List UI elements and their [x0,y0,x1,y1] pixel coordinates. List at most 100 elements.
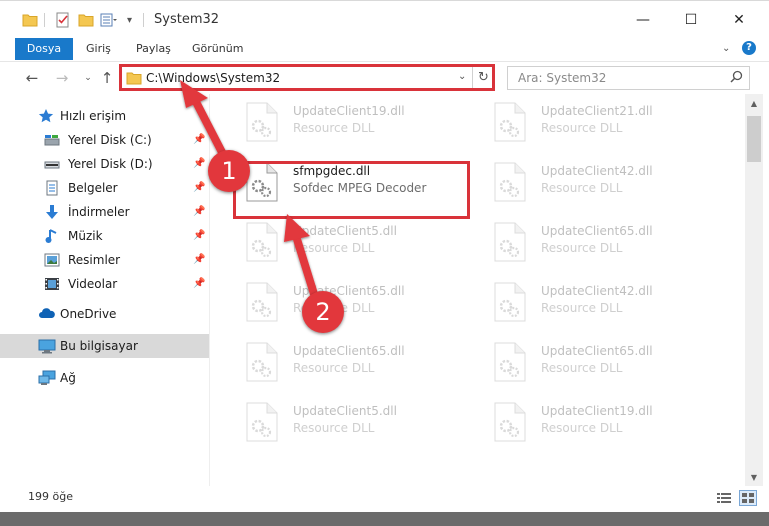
file-type: Resource DLL [293,421,375,435]
file-item[interactable]: UpdateClient65.dll Resource DLL [469,214,699,270]
sidebar-item-onedrive[interactable]: OneDrive [0,302,209,326]
file-type: Resource DLL [541,241,623,255]
sidebar-item-label: Ağ [60,371,76,385]
file-item[interactable]: UpdateClient19.dll Resource DLL [221,94,451,150]
address-path: C:\Windows\System32 [146,71,281,85]
file-item[interactable]: UpdateClient5.dll Resource DLL [221,214,451,270]
help-icon[interactable]: ? [742,41,756,55]
tab-view[interactable]: Görünüm [192,38,243,60]
file-item[interactable]: UpdateClient42.dll Resource DLL [469,274,699,330]
pin-icon[interactable]: 📌 [193,206,205,217]
window-title: System32 [154,12,220,27]
search-box[interactable]: Ara: System32 [507,66,750,90]
status-bar: 199 öğe [0,486,769,512]
step-badge-1: 1 [208,150,250,192]
file-type: Resource DLL [293,361,375,375]
maximize-button[interactable]: ☐ [668,1,714,39]
details-view-icon[interactable] [717,492,731,507]
pin-icon[interactable]: 📌 [193,278,205,289]
file-name: UpdateClient5.dll [293,404,397,418]
pin-icon[interactable]: 📌 [193,230,205,241]
file-name: UpdateClient65.dll [541,344,653,358]
close-button[interactable]: ✕ [716,1,762,39]
scrollbar-thumb[interactable] [747,116,761,162]
refresh-icon[interactable]: ↻ [478,70,489,85]
file-name: UpdateClient42.dll [541,284,653,298]
sidebar-item-network[interactable]: Ağ [0,366,209,390]
file-type: Resource DLL [293,241,375,255]
file-item[interactable]: UpdateClient65.dll Resource DLL [221,334,451,390]
sidebar-item-label: Hızlı erişim [60,109,127,123]
sidebar-item-label: Bu bilgisayar [60,339,138,353]
search-icon[interactable] [730,70,743,86]
tab-share[interactable]: Paylaş [136,38,171,60]
properties-icon[interactable] [55,10,71,30]
sidebar-item-local-disk-d[interactable]: Yerel Disk (D:) 📌 [0,152,209,176]
address-dropdown-icon[interactable]: ⌄ [458,71,466,82]
sidebar-item-quick-access[interactable]: Hızlı erişim [0,104,209,128]
file-name: UpdateClient19.dll [541,404,653,418]
sidebar-item-music[interactable]: Müzik 📌 [0,224,209,248]
documents-icon [44,180,60,196]
sidebar-item-label: Belgeler [68,181,118,195]
sidebar-item-videos[interactable]: Videolar 📌 [0,272,209,296]
file-name: UpdateClient42.dll [541,164,653,178]
file-type: Resource DLL [541,361,623,375]
file-item[interactable]: UpdateClient42.dll Resource DLL [469,154,699,210]
tab-file[interactable]: Dosya [15,38,73,60]
pin-icon[interactable]: 📌 [193,254,205,265]
scroll-down-icon[interactable]: ▼ [745,468,763,486]
new-folder-icon[interactable] [78,10,94,30]
navigation-pane: Hızlı erişim Yerel Disk (C:) 📌 Yerel Dis… [0,94,210,486]
address-bar[interactable]: C:\Windows\System32 ⌄ ↻ [119,66,495,90]
scroll-up-icon[interactable]: ▲ [745,94,763,112]
sidebar-item-label: Yerel Disk (C:) [68,133,152,147]
file-type: Resource DLL [541,121,623,135]
pin-icon[interactable]: 📌 [193,182,205,193]
vertical-scrollbar[interactable]: ▲ ▼ [745,94,763,486]
window-bottom-edge [0,512,769,526]
dll-file-icon [493,222,527,262]
up-arrow-icon[interactable]: ↑ [97,67,117,89]
network-icon [38,370,56,386]
file-item[interactable]: UpdateClient19.dll Resource DLL [469,394,699,450]
expand-ribbon-icon[interactable]: ⌄ [722,38,730,60]
sidebar-item-local-disk-c[interactable]: Yerel Disk (C:) 📌 [0,128,209,152]
forward-arrow-icon[interactable]: → [52,67,72,89]
sidebar-item-pictures[interactable]: Resimler 📌 [0,248,209,272]
sidebar-item-label: Yerel Disk (D:) [68,157,153,171]
minimize-button[interactable]: — [620,1,666,39]
sidebar-item-label: Videolar [68,277,118,291]
file-item[interactable]: UpdateClient21.dll Resource DLL [469,94,699,150]
quick-access-dropdown-icon[interactable]: ▾ [127,10,132,30]
file-type: Sofdec MPEG Decoder [293,181,427,195]
dll-file-icon [493,162,527,202]
separator [472,67,473,89]
sidebar-item-label: Resimler [68,253,121,267]
dll-file-icon [245,342,279,382]
tab-home[interactable]: Giriş [86,38,111,60]
sidebar-item-label: İndirmeler [68,205,130,219]
dll-file-icon [245,402,279,442]
drive-icon [44,156,60,172]
file-item[interactable]: UpdateClient65.dll Resource DLL [469,334,699,390]
pin-icon[interactable]: 📌 [193,134,205,145]
dll-file-icon [493,102,527,142]
file-type: Resource DLL [293,121,375,135]
tiles-view-icon[interactable] [739,490,757,506]
dll-file-icon [245,222,279,262]
file-type: Resource DLL [541,421,623,435]
file-item-sfmpgdec[interactable]: sfmpgdec.dll Sofdec MPEG Decoder [221,154,451,210]
recent-locations-dropdown-icon[interactable]: ⌄ [78,67,98,89]
pin-icon[interactable]: 📌 [193,158,205,169]
separator [44,13,45,27]
customize-view-icon[interactable] [100,10,118,30]
download-icon [44,204,60,220]
file-item[interactable]: UpdateClient5.dll Resource DLL [221,394,451,450]
sidebar-item-documents[interactable]: Belgeler 📌 [0,176,209,200]
folder-icon [22,10,38,30]
back-arrow-icon[interactable]: ← [22,67,42,89]
file-list: UpdateClient19.dll Resource DLL UpdateClie… [211,94,745,486]
sidebar-item-this-pc[interactable]: Bu bilgisayar [0,334,209,358]
sidebar-item-downloads[interactable]: İndirmeler 📌 [0,200,209,224]
